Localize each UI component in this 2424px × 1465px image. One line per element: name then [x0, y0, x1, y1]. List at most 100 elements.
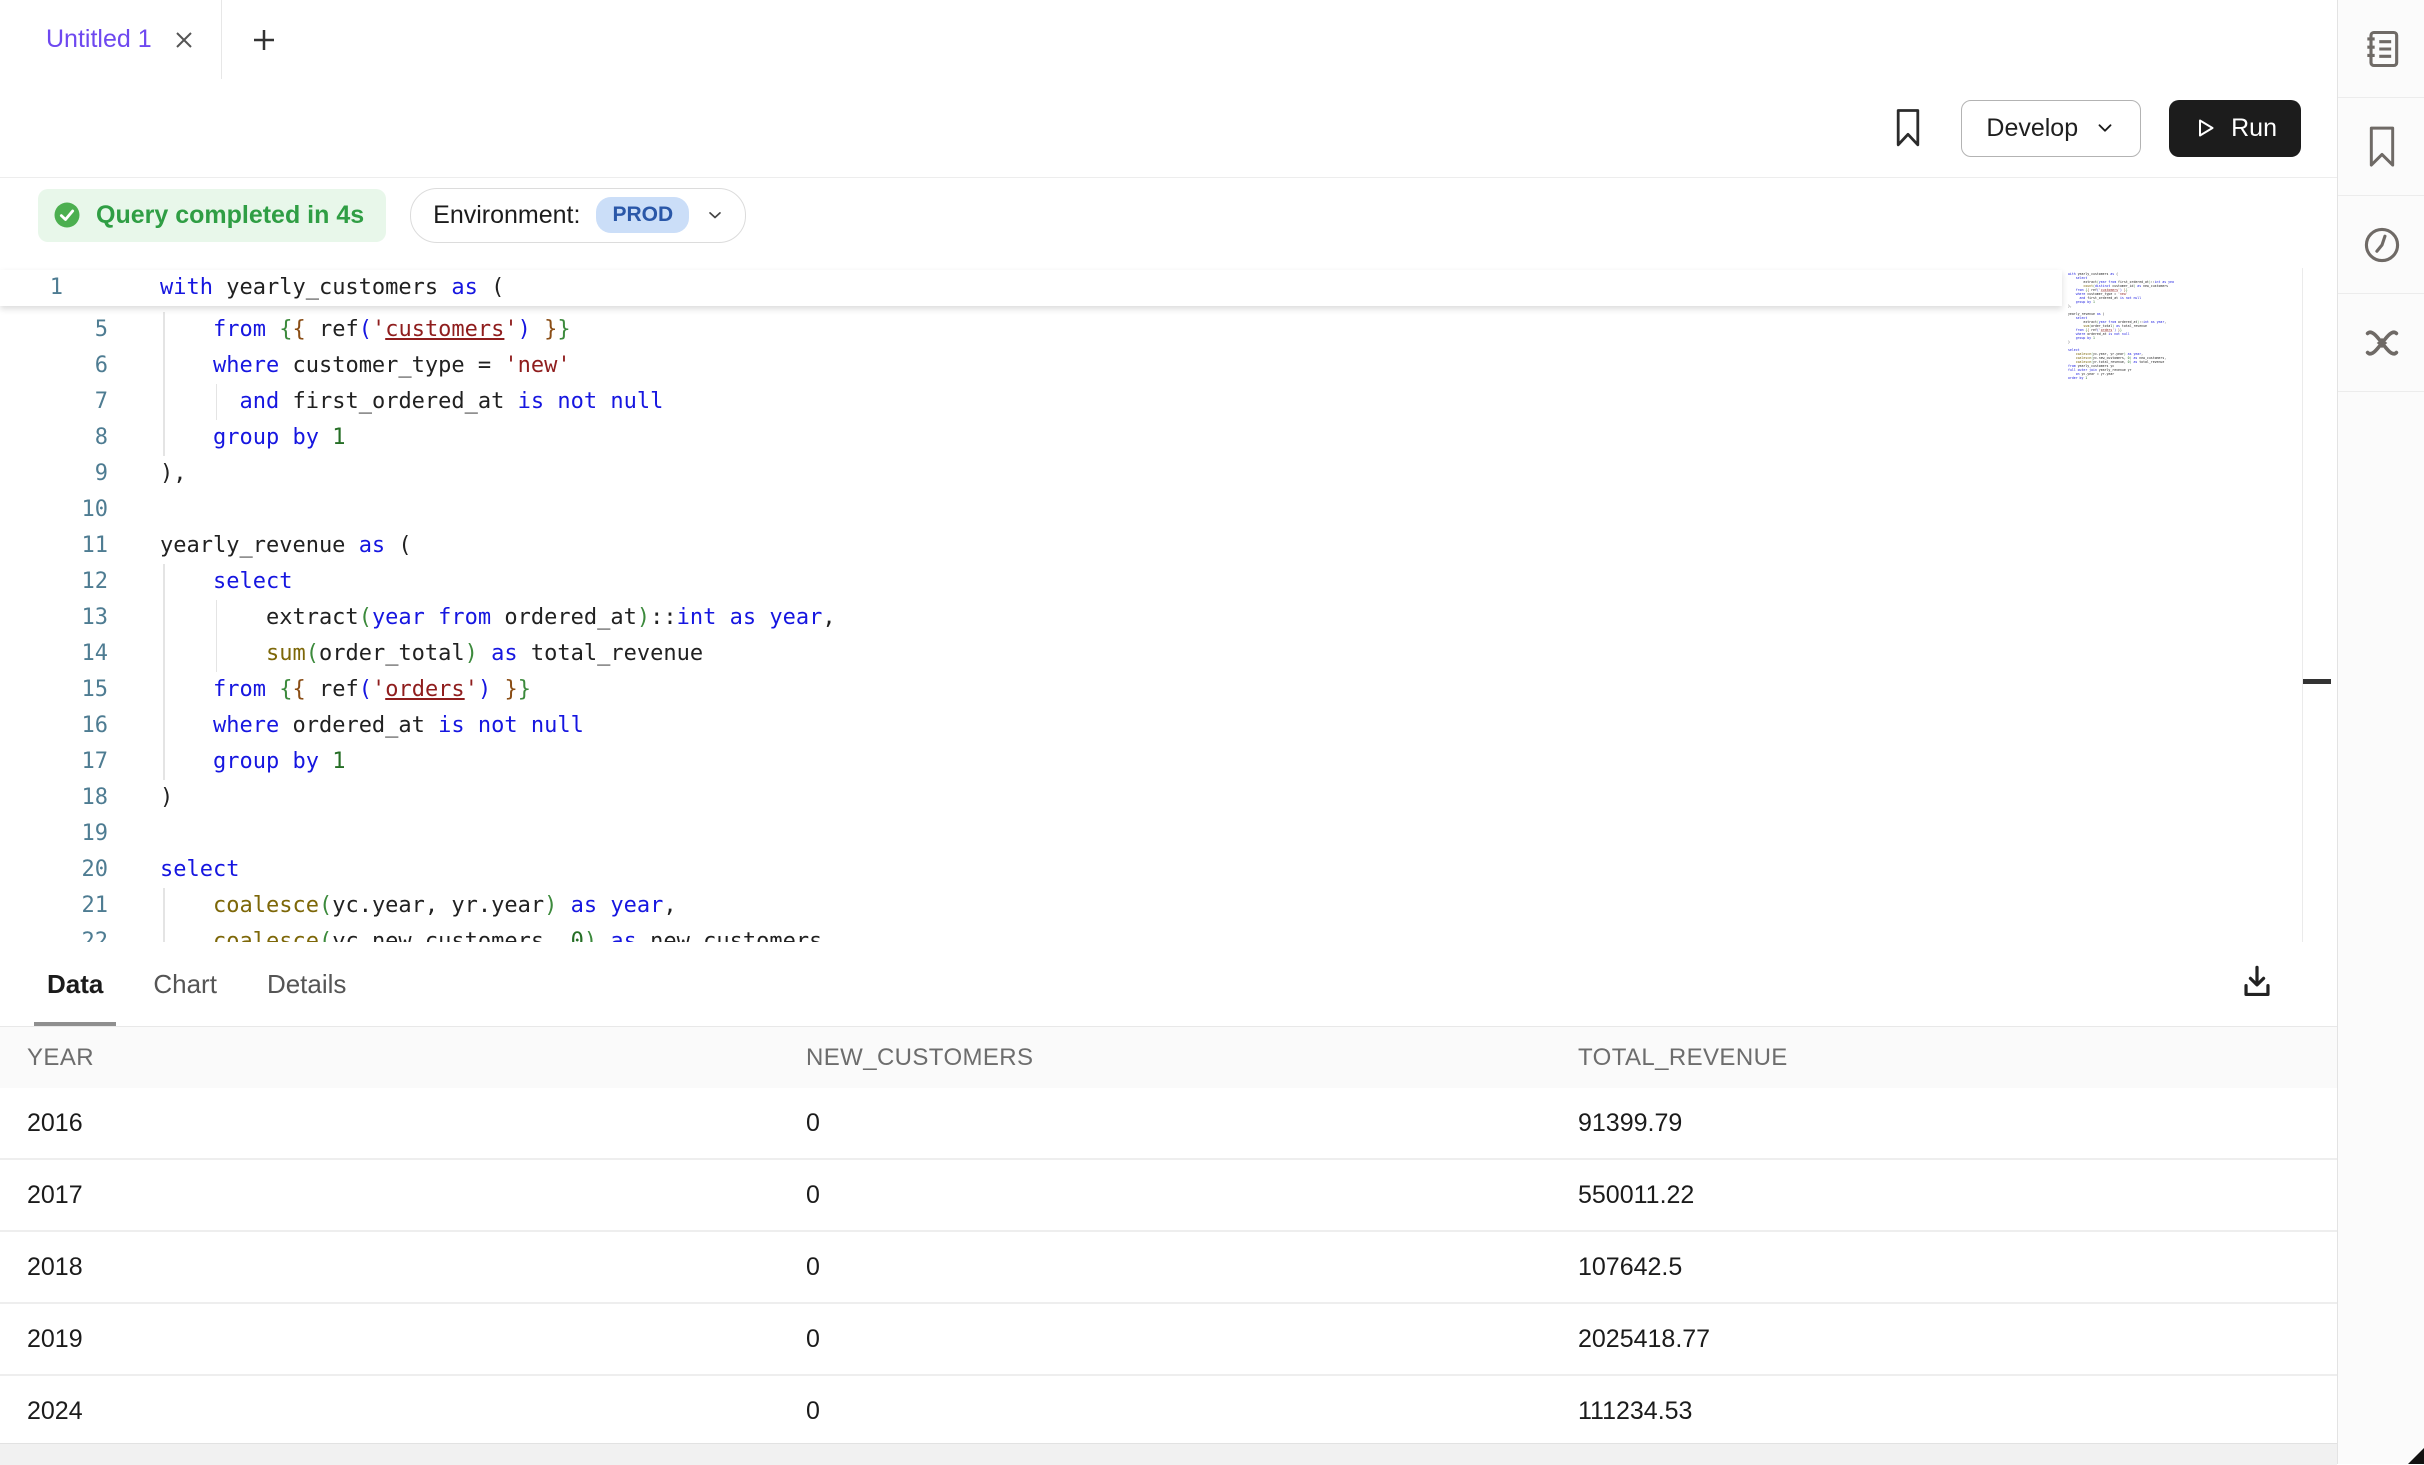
- overview-ruler: [2302, 268, 2303, 942]
- table-row: 2017 0 550011.22: [0, 1160, 2337, 1232]
- resize-corner[interactable]: [2408, 1448, 2424, 1464]
- table-row: 2024 0 111234.53: [0, 1376, 2337, 1448]
- table-cell: 2018: [27, 1232, 83, 1302]
- table-cell: 2025418.77: [1578, 1304, 1710, 1374]
- line-number: 17: [0, 744, 108, 780]
- line-number: 5: [0, 312, 108, 348]
- table-cell: 111234.53: [1578, 1376, 1692, 1446]
- new-tab-button[interactable]: [234, 0, 294, 79]
- code-line[interactable]: 11yearly_revenue as (: [0, 528, 2337, 564]
- table-cell: 2017: [27, 1160, 83, 1230]
- sticky-line-text: with yearly_customers as (: [160, 270, 504, 306]
- line-number: 14: [0, 636, 108, 672]
- line-number: 11: [0, 528, 108, 564]
- lineage-mesh-icon[interactable]: [2338, 294, 2424, 392]
- develop-dropdown[interactable]: Develop: [1961, 100, 2141, 157]
- table-row: 2019 0 2025418.77: [0, 1304, 2337, 1376]
- play-icon: [2193, 116, 2217, 140]
- table-cell: 2019: [27, 1304, 83, 1374]
- sticky-line-number: 1: [0, 270, 63, 306]
- line-number: 8: [0, 420, 108, 456]
- horizontal-scrollbar[interactable]: [0, 1443, 2337, 1465]
- code-line[interactable]: 18): [0, 780, 2337, 816]
- code-editor[interactable]: 5 from {{ ref('customers') }}6 where cus…: [0, 252, 2337, 942]
- main-area: Untitled 1 Develop Run: [0, 0, 2337, 1464]
- column-header: TOTAL_REVENUE: [1578, 1027, 1788, 1089]
- line-number: 19: [0, 816, 108, 852]
- query-status-badge: Query completed in 4s: [38, 189, 386, 242]
- table-cell: 0: [806, 1160, 820, 1230]
- table-row: 2018 0 107642.5: [0, 1232, 2337, 1304]
- code-line[interactable]: 22 coalesce(yc.new_customers, 0) as new_…: [0, 924, 2337, 942]
- line-number: 20: [0, 852, 108, 888]
- code-line[interactable]: 8 group by 1: [0, 420, 2337, 456]
- code-line[interactable]: 6 where customer_type = 'new': [0, 348, 2337, 384]
- tab-untitled-1[interactable]: Untitled 1: [0, 0, 222, 79]
- bookmark-icon[interactable]: [2338, 98, 2424, 196]
- table-cell: 91399.79: [1578, 1088, 1682, 1158]
- tab-data[interactable]: Data: [34, 942, 116, 1026]
- line-number: 9: [0, 456, 108, 492]
- close-tab-icon[interactable]: [172, 28, 196, 52]
- environment-label: Environment:: [433, 201, 580, 230]
- table-cell: 107642.5: [1578, 1232, 1682, 1302]
- line-number: 18: [0, 780, 108, 816]
- table-cell: 550011.22: [1578, 1160, 1694, 1230]
- line-number: 12: [0, 564, 108, 600]
- line-number: 16: [0, 708, 108, 744]
- line-number: 15: [0, 672, 108, 708]
- notebook-icon[interactable]: [2338, 0, 2424, 98]
- table-cell: 0: [806, 1376, 820, 1446]
- code-line[interactable]: 14 sum(order_total) as total_revenue: [0, 636, 2337, 672]
- check-circle-icon: [52, 200, 82, 230]
- line-number: 10: [0, 492, 108, 528]
- code-line[interactable]: 7 and first_ordered_at is not null: [0, 384, 2337, 420]
- code-line[interactable]: 13 extract(year from ordered_at)::int as…: [0, 600, 2337, 636]
- code-line[interactable]: 10: [0, 492, 2337, 528]
- status-row: Query completed in 4s Environment: PROD: [0, 178, 2337, 252]
- sticky-line: 1 with yearly_customers as (: [0, 270, 2062, 306]
- code-line[interactable]: 16 where ordered_at is not null: [0, 708, 2337, 744]
- chevron-down-icon: [705, 205, 725, 225]
- history-clock-icon[interactable]: [2338, 196, 2424, 294]
- line-number: 7: [0, 384, 108, 420]
- table-cell: 0: [806, 1232, 820, 1302]
- table-cell: 2016: [27, 1088, 83, 1158]
- tab-title: Untitled 1: [46, 25, 152, 54]
- table-body: 2016 0 91399.79 2017 0 550011.22 2018 0 107642.5…: [0, 1088, 2337, 1448]
- run-label: Run: [2231, 114, 2277, 143]
- code-line[interactable]: 20select: [0, 852, 2337, 888]
- table-cell: 2024: [27, 1376, 83, 1446]
- code-line[interactable]: 21 coalesce(yc.year, yr.year) as year,: [0, 888, 2337, 924]
- code-line[interactable]: 17 group by 1: [0, 744, 2337, 780]
- develop-label: Develop: [1986, 114, 2078, 143]
- tab-chart[interactable]: Chart: [140, 942, 230, 1026]
- right-sidebar: [2337, 0, 2424, 1464]
- bookmark-button[interactable]: [1885, 100, 1931, 156]
- download-icon[interactable]: [2235, 958, 2279, 1006]
- environment-value-chip: PROD: [596, 197, 689, 233]
- code-line[interactable]: 5 from {{ ref('customers') }}: [0, 312, 2337, 348]
- line-number: 13: [0, 600, 108, 636]
- code-line[interactable]: 12 select: [0, 564, 2337, 600]
- scrollbar-marker[interactable]: [2303, 679, 2331, 684]
- environment-selector[interactable]: Environment: PROD: [410, 188, 746, 243]
- run-button[interactable]: Run: [2169, 100, 2301, 157]
- table-header: YEAR NEW_CUSTOMERS TOTAL_REVENUE: [0, 1026, 2337, 1089]
- table-cell: 0: [806, 1304, 820, 1374]
- toolbar: Develop Run: [0, 79, 2337, 178]
- chevron-down-icon: [2094, 117, 2116, 139]
- column-header: NEW_CUSTOMERS: [806, 1027, 1033, 1089]
- column-header: YEAR: [27, 1027, 94, 1089]
- code-line[interactable]: 19: [0, 816, 2337, 852]
- table-cell: 0: [806, 1088, 820, 1158]
- code-line[interactable]: 9),: [0, 456, 2337, 492]
- line-number: 22: [0, 924, 108, 942]
- tab-bar: Untitled 1: [0, 0, 2337, 80]
- minimap[interactable]: with yearly_customers as ( select extrac…: [2068, 272, 2174, 392]
- tab-details[interactable]: Details: [254, 942, 359, 1026]
- query-status-text: Query completed in 4s: [96, 201, 364, 230]
- results-panel: Data Chart Details YEAR NEW_CUSTOMERS TOTA…: [0, 942, 2337, 1464]
- table-row: 2016 0 91399.79: [0, 1088, 2337, 1160]
- code-line[interactable]: 15 from {{ ref('orders') }}: [0, 672, 2337, 708]
